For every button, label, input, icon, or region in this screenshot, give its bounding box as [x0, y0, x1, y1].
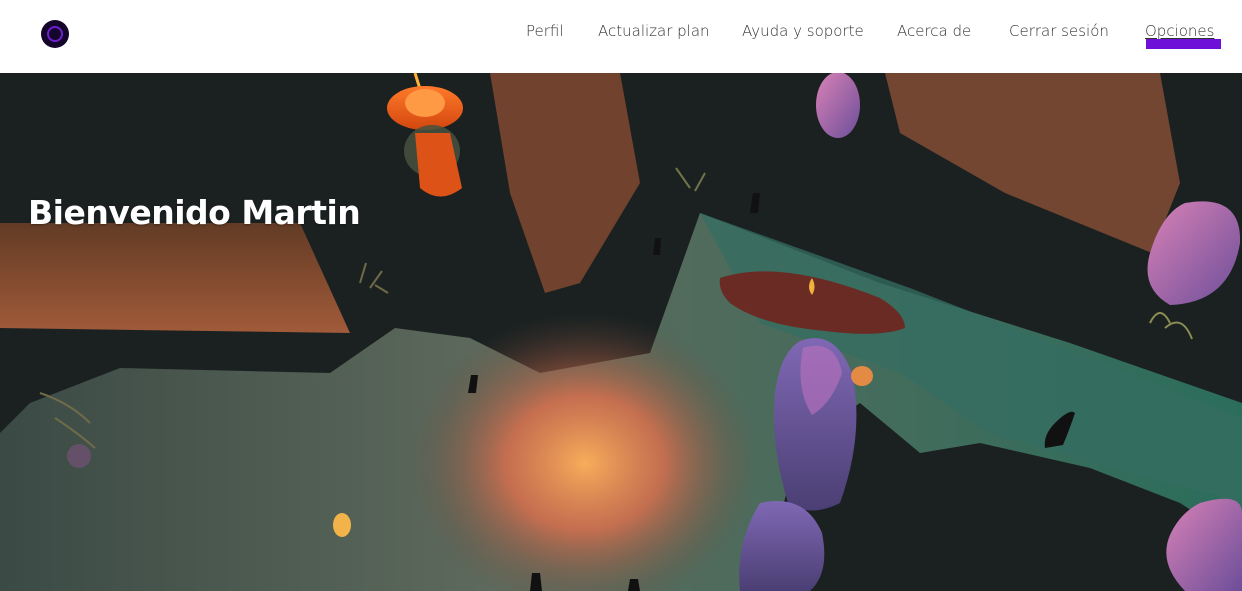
- nav-item-cerrar-sesion[interactable]: Cerrar sesión: [1009, 20, 1109, 42]
- nav-item-perfil[interactable]: Perfil: [526, 20, 564, 42]
- active-nav-indicator: [1146, 39, 1221, 49]
- nav-item-ayuda-soporte[interactable]: Ayuda y soporte: [742, 20, 864, 42]
- hero-banner: Bienvenido Martin: [0, 73, 1242, 591]
- nav-item-actualizar-plan[interactable]: Actualizar plan: [598, 20, 710, 42]
- hero-illustration: [0, 73, 1242, 591]
- nav-item-acerca-de[interactable]: Acerca de: [897, 20, 971, 42]
- top-navigation-bar: Perfil Actualizar plan Ayuda y soporte A…: [0, 0, 1242, 73]
- welcome-title: Bienvenido Martin: [28, 193, 361, 232]
- app-logo-icon[interactable]: [41, 20, 69, 48]
